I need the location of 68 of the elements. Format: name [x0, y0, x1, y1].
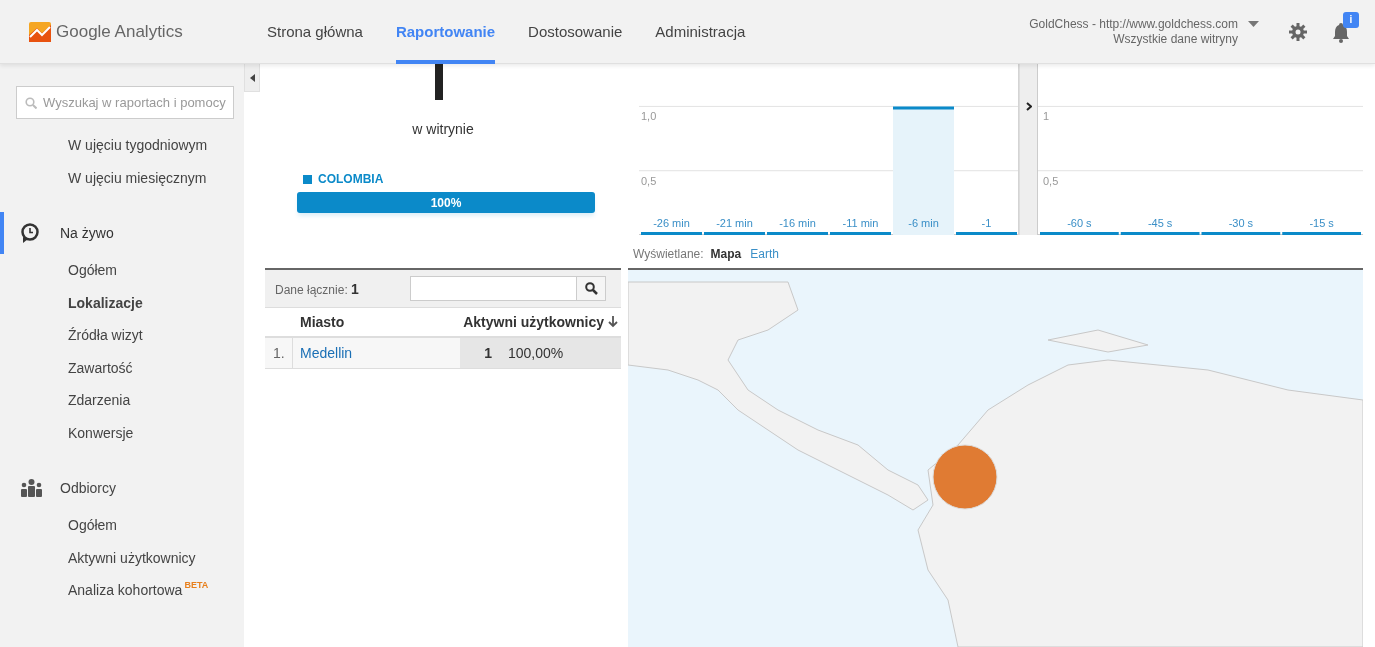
axis-label: 0,5: [1043, 174, 1059, 187]
sort-arrow-icon[interactable]: [608, 316, 618, 328]
bar: [956, 232, 1017, 235]
column-header[interactable]: Miasto: [293, 314, 460, 330]
view-label: Wyświetlane:: [633, 246, 704, 261]
collapse-button[interactable]: [244, 64, 260, 92]
nav-item[interactable]: Ogółem: [68, 517, 118, 534]
gauge-bar: [435, 64, 443, 100]
caret-icon[interactable]: [1248, 20, 1259, 27]
view-option[interactable]: Earth: [750, 246, 779, 261]
bar: [830, 232, 891, 235]
search-field[interactable]: Wyszukaj w raportach i pomocy: [16, 86, 234, 119]
logo-icon: [29, 21, 51, 42]
axis-label: -16 min: [779, 217, 816, 229]
axis-label: 1,0: [641, 110, 657, 123]
table-cell: 100,00%: [500, 338, 621, 368]
column-header[interactable]: Aktywni użytkownicy: [463, 314, 604, 330]
caption: w witrynie: [412, 121, 474, 137]
nav-item[interactable]: Analiza kohortowa: [68, 582, 183, 599]
beta-label: BETA: [184, 580, 209, 590]
nav-item[interactable]: Lokalizacje: [68, 294, 143, 311]
bar: [641, 232, 702, 235]
nav-item[interactable]: Aktywni użytkownicy: [68, 549, 196, 566]
bar: [767, 232, 828, 235]
nav-tab[interactable]: Administracja: [655, 0, 746, 64]
axis-label: -1: [981, 217, 992, 229]
clock-icon: [20, 222, 40, 244]
nav-section[interactable]: Odbiorcy: [60, 480, 117, 496]
bell-icon[interactable]: [1331, 20, 1351, 43]
search-icon: [25, 97, 37, 109]
nav-item[interactable]: Konwersje: [68, 424, 134, 441]
progress-value: 100%: [430, 195, 462, 210]
axis-label: -60 s: [1067, 217, 1092, 229]
location-marker[interactable]: [932, 444, 998, 510]
people-icon: [20, 479, 43, 497]
nav-tab[interactable]: Strona główna: [267, 0, 363, 64]
nav-item[interactable]: Ogółem: [68, 262, 118, 279]
nav-item[interactable]: Zdarzenia: [68, 392, 131, 409]
product-name: Google Analytics: [56, 21, 183, 42]
search-icon: [584, 282, 598, 295]
axis-label: -30 s: [1228, 217, 1254, 229]
nav-item[interactable]: Źródła wizyt: [68, 327, 143, 344]
axis-label: 1: [1043, 110, 1050, 123]
axis-label: -21 min: [716, 217, 753, 229]
account-name[interactable]: GoldChess - http://www.goldchess.com: [1029, 16, 1238, 32]
total-label: Dane łącznie:: [275, 282, 348, 297]
nav-tab[interactable]: Dostosowanie: [528, 0, 623, 64]
axis-label: 0,5: [641, 174, 657, 187]
nav-item[interactable]: W ujęciu tygodniowym: [68, 137, 208, 154]
table-cell: 1: [460, 338, 500, 368]
axis-label: -15 s: [1309, 217, 1334, 229]
axis-label: -6 min: [908, 217, 939, 229]
left-arrow-icon: [249, 73, 255, 82]
table-search-field[interactable]: [410, 276, 576, 301]
notification-badge: i: [1343, 11, 1359, 28]
total-value: 1: [351, 280, 359, 297]
view-option[interactable]: Mapa: [710, 246, 742, 261]
nav-item[interactable]: Zawartość: [68, 359, 133, 376]
axis-label: -26 min: [653, 217, 690, 229]
view-name[interactable]: Wszystkie dane witryny: [1113, 31, 1238, 47]
bar: [704, 232, 765, 235]
nav-section[interactable]: Na żywo: [60, 225, 114, 241]
axis-label: -11 min: [842, 217, 879, 229]
search-button[interactable]: [576, 276, 606, 301]
nav-item[interactable]: W ujęciu miesięcznym: [68, 169, 207, 186]
country-name: COLOMBIA: [318, 172, 384, 186]
settings-icon[interactable]: [1289, 22, 1307, 41]
axis-label: -45 s: [1147, 217, 1173, 229]
